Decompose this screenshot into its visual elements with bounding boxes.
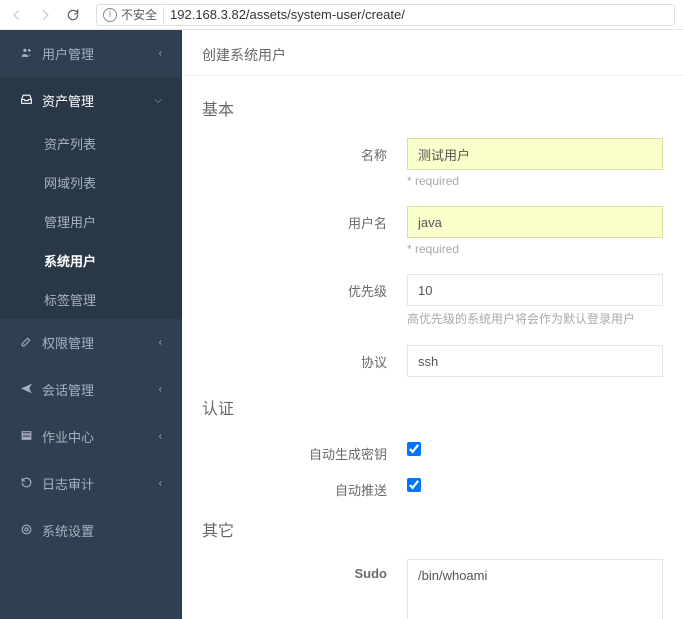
label-priority: 优先级 <box>202 274 407 327</box>
sidebar-item-label: 会话管理 <box>42 380 159 399</box>
forward-button[interactable] <box>36 6 54 24</box>
sidebar-item-logs[interactable]: 日志审计 ‹ <box>0 460 182 507</box>
help-username: * required <box>407 242 663 256</box>
url-bar[interactable]: i 不安全 192.168.3.82/assets/system-user/cr… <box>96 4 675 26</box>
url-text: 192.168.3.82/assets/system-user/create/ <box>170 7 405 22</box>
protocol-select[interactable] <box>407 345 663 377</box>
priority-input[interactable] <box>407 274 663 306</box>
send-icon <box>20 382 34 398</box>
label-protocol: 协议 <box>202 345 407 377</box>
sidebar-item-settings[interactable]: 系统设置 <box>0 507 182 554</box>
history-icon <box>20 476 34 492</box>
sidebar-item-label: 系统设置 <box>42 521 162 540</box>
sidebar-item-label: 作业中心 <box>42 427 159 446</box>
info-icon: i <box>103 8 117 22</box>
sidebar-item-perms[interactable]: 权限管理 ‹ <box>0 319 182 366</box>
users-icon <box>20 46 34 62</box>
sidebar-item-users[interactable]: 用户管理 ‹ <box>0 30 182 77</box>
edit-icon <box>20 335 34 351</box>
reload-button[interactable] <box>64 6 82 24</box>
sudo-textarea[interactable] <box>407 559 663 619</box>
sidebar-sub-system-users[interactable]: 系统用户 <box>0 241 182 280</box>
label-autopush: 自动推送 <box>202 473 407 499</box>
arrow-left-icon <box>10 8 24 22</box>
chevron-left-icon: ‹ <box>159 384 162 395</box>
section-auth: 认证 <box>202 395 663 419</box>
arrow-right-icon <box>38 8 52 22</box>
sidebar-item-label: 用户管理 <box>42 44 159 63</box>
sidebar-item-label: 权限管理 <box>42 333 159 352</box>
label-username: 用户名 <box>202 206 407 256</box>
chevron-left-icon: ‹ <box>159 337 162 348</box>
help-name: * required <box>407 174 663 188</box>
help-priority: 高优先级的系统用户将会作为默认登录用户 <box>407 310 663 327</box>
stack-icon <box>20 429 34 445</box>
sidebar-sub-labels[interactable]: 标签管理 <box>0 280 182 319</box>
username-input[interactable] <box>407 206 663 238</box>
reload-icon <box>66 8 80 22</box>
chevron-left-icon: ‹ <box>159 478 162 489</box>
insecure-label: 不安全 <box>121 6 157 23</box>
autogen-checkbox[interactable] <box>407 442 421 456</box>
autopush-checkbox[interactable] <box>407 478 421 492</box>
back-button[interactable] <box>8 6 26 24</box>
page-title: 创建系统用户 <box>182 30 683 76</box>
chevron-left-icon: ‹ <box>159 48 162 59</box>
label-sudo: Sudo <box>202 559 407 619</box>
sidebar-item-label: 资产管理 <box>42 91 154 110</box>
sidebar-item-assets[interactable]: 资产管理 ⌵ <box>0 77 182 124</box>
inbox-icon <box>20 93 34 109</box>
sidebar-item-jobs[interactable]: 作业中心 ‹ <box>0 413 182 460</box>
cog-icon <box>20 523 34 539</box>
name-input[interactable] <box>407 138 663 170</box>
section-other: 其它 <box>202 517 663 541</box>
chevron-down-icon: ⌵ <box>154 95 162 106</box>
chevron-left-icon: ‹ <box>159 431 162 442</box>
sidebar: 用户管理 ‹ 资产管理 ⌵ 资产列表 网域列表 管理用户 系统用户 标签管理 权… <box>0 30 182 619</box>
sidebar-submenu-assets: 资产列表 网域列表 管理用户 系统用户 标签管理 <box>0 124 182 319</box>
sidebar-item-label: 日志审计 <box>42 474 159 493</box>
sidebar-sub-admin-users[interactable]: 管理用户 <box>0 202 182 241</box>
section-basic: 基本 <box>202 96 663 120</box>
sidebar-item-sessions[interactable]: 会话管理 ‹ <box>0 366 182 413</box>
label-autogen: 自动生成密钥 <box>202 437 407 463</box>
sidebar-sub-domains[interactable]: 网域列表 <box>0 163 182 202</box>
sidebar-sub-assets-list[interactable]: 资产列表 <box>0 124 182 163</box>
label-name: 名称 <box>202 138 407 188</box>
